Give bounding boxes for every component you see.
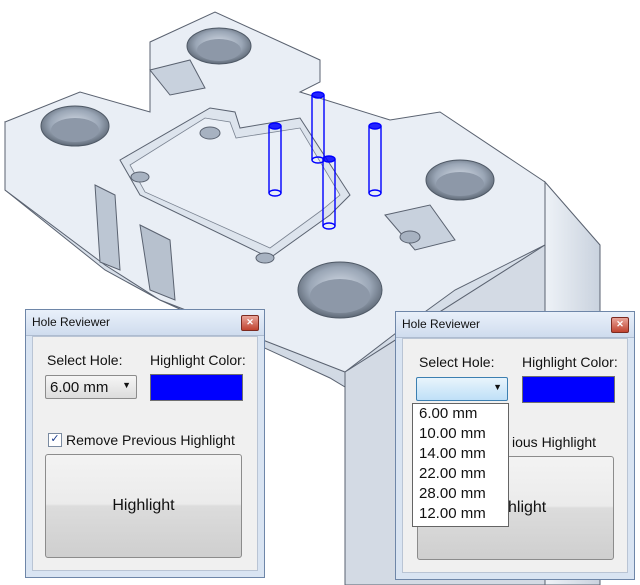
select-hole-label: Select Hole: — [419, 354, 495, 370]
chevron-down-icon: ▼ — [493, 382, 502, 392]
highlight-color-label: Highlight Color: — [522, 354, 618, 370]
remove-previous-checkbox[interactable]: ✓ — [48, 433, 62, 447]
remove-previous-label: ious Highlight — [512, 434, 597, 450]
dropdown-option[interactable]: 28.00 mm — [413, 484, 508, 504]
dropdown-option[interactable]: 12.00 mm — [413, 504, 508, 524]
hole-top[interactable] — [186, 27, 252, 65]
hole-right[interactable] — [425, 159, 495, 201]
close-x-icon[interactable]: ✕ — [611, 317, 629, 333]
hole-reviewer-dialog-left: Hole Reviewer ✕ Select Hole: Highlight C… — [25, 309, 265, 578]
small-hole-3[interactable] — [255, 252, 275, 264]
highlight-button[interactable]: Highlight — [45, 454, 242, 558]
highlight-color-swatch[interactable] — [150, 374, 243, 401]
select-hole-dropdown[interactable]: 6.00 mm ▼ — [45, 375, 137, 399]
highlight-color-swatch[interactable] — [522, 376, 615, 403]
highlight-button-label: hlight — [508, 499, 547, 516]
dialog-title: Hole Reviewer — [402, 317, 481, 331]
highlight-button-label: Highlight — [112, 497, 175, 514]
small-hole-4[interactable] — [399, 230, 421, 244]
select-hole-value: 6.00 mm — [50, 379, 109, 396]
title-bar[interactable]: Hole Reviewer ✕ — [396, 312, 634, 338]
hole-left[interactable] — [40, 105, 110, 147]
dialog-title: Hole Reviewer — [32, 315, 111, 329]
highlight-color-label: Highlight Color: — [150, 352, 246, 368]
remove-previous-label: Remove Previous Highlight — [66, 432, 235, 448]
dialog-client-area: Select Hole: Highlight Color: 6.00 mm ▼ … — [32, 336, 258, 571]
select-hole-dropdown[interactable]: ▼ — [416, 377, 508, 401]
dropdown-option[interactable]: 14.00 mm — [413, 444, 508, 464]
dropdown-option[interactable]: 6.00 mm — [413, 404, 508, 424]
close-x-icon[interactable]: ✕ — [241, 315, 259, 331]
hole-front[interactable] — [297, 261, 383, 319]
select-hole-label: Select Hole: — [47, 352, 123, 368]
dropdown-option[interactable]: 10.00 mm — [413, 424, 508, 444]
select-hole-options-list: 6.00 mm 10.00 mm 14.00 mm 22.00 mm 28.00… — [412, 403, 509, 527]
dropdown-option[interactable]: 22.00 mm — [413, 464, 508, 484]
chevron-down-icon: ▼ — [122, 380, 131, 390]
title-bar[interactable]: Hole Reviewer ✕ — [26, 310, 264, 336]
small-hole-2[interactable] — [130, 171, 150, 183]
small-hole-1[interactable] — [199, 126, 221, 140]
